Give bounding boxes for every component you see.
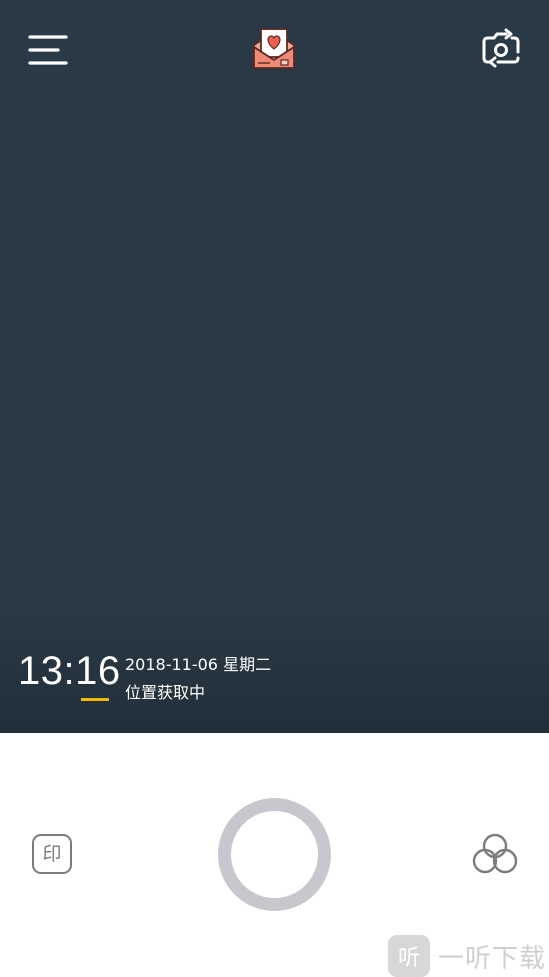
watermark-date: 2018-11-06 星期二 (125, 655, 272, 674)
stamp-label: 印 (42, 842, 62, 865)
site-watermark: 听 一听下载 (388, 935, 546, 977)
site-name: 一听下载 (438, 943, 547, 974)
shutter-button[interactable] (218, 798, 331, 911)
site-logo-glyph: 听 (397, 946, 420, 971)
watermark-location: 位置获取中 (125, 683, 206, 702)
watermark-accent-bar (81, 698, 109, 701)
camera-flip-icon[interactable] (478, 28, 524, 72)
filter-circles-icon[interactable] (470, 830, 520, 878)
site-logo-icon: 听 (388, 935, 430, 977)
stamp-button[interactable]: 印 (32, 834, 72, 874)
camera-viewfinder[interactable]: 13:16 2018-11-06 星期二 位置获取中 (0, 0, 549, 733)
hamburger-menu-icon[interactable] (28, 32, 70, 70)
watermark-time: 13:16 (18, 649, 121, 693)
love-letter-envelope-icon[interactable] (251, 25, 297, 71)
